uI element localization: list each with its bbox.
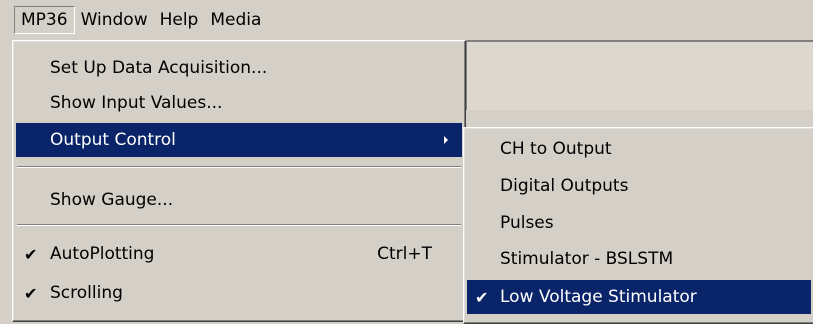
menu-item-label: Show Gauge... [50,190,174,210]
menu-item-scrolling[interactable]: ✔ Scrolling [16,276,462,310]
submenu-item-pulses[interactable]: Pulses [467,206,811,240]
output-control-submenu: CH to Output Digital Outputs Pulses Stim… [463,127,813,324]
menubar-item-help[interactable]: Help [154,7,205,33]
checkmark-icon: ✔ [24,244,38,264]
submenu-item-low-voltage-stimulator[interactable]: ✔ Low Voltage Stimulator [467,280,811,314]
menubar-item-media[interactable]: Media [204,7,267,33]
menu-item-set-up-data-acquisition[interactable]: Set Up Data Acquisition... [16,51,462,85]
menubar-item-mp36[interactable]: MP36 [14,6,75,34]
menu-item-label: Set Up Data Acquisition... [50,58,268,78]
menubar-item-window[interactable]: Window [75,7,154,33]
checkmark-icon: ✔ [24,283,38,303]
menu-item-show-input-values[interactable]: Show Input Values... [16,86,462,120]
menu-item-output-control[interactable]: Output Control [16,123,462,157]
menu-item-label: Digital Outputs [500,176,629,196]
menu-separator [17,166,461,168]
menu-item-label: Output Control [50,130,176,150]
checkmark-icon: ✔ [475,287,489,307]
submenu-item-ch-to-output[interactable]: CH to Output [467,132,811,166]
mp36-dropdown-menu: Set Up Data Acquisition... Show Input Va… [12,40,466,322]
submenu-item-stimulator-bslstm[interactable]: Stimulator - BSLSTM [467,242,811,276]
menu-item-show-gauge[interactable]: Show Gauge... [16,183,462,217]
background-toolbar-panel [465,40,813,110]
menu-item-label: Stimulator - BSLSTM [500,249,674,269]
menu-item-label: AutoPlotting [50,244,155,264]
menu-item-label: Pulses [500,213,554,233]
menu-bar: MP36 Window Help Media [0,0,813,40]
submenu-arrow-icon [444,136,448,144]
menu-item-label: Low Voltage Stimulator [500,287,697,307]
menu-item-label: CH to Output [500,139,612,159]
menu-separator [17,224,461,226]
menu-item-autoplotting[interactable]: ✔ AutoPlotting Ctrl+T [16,237,462,271]
menu-item-label: Show Input Values... [50,93,223,113]
menu-item-label: Scrolling [50,283,123,303]
menu-item-shortcut: Ctrl+T [377,244,432,264]
submenu-item-digital-outputs[interactable]: Digital Outputs [467,169,811,203]
